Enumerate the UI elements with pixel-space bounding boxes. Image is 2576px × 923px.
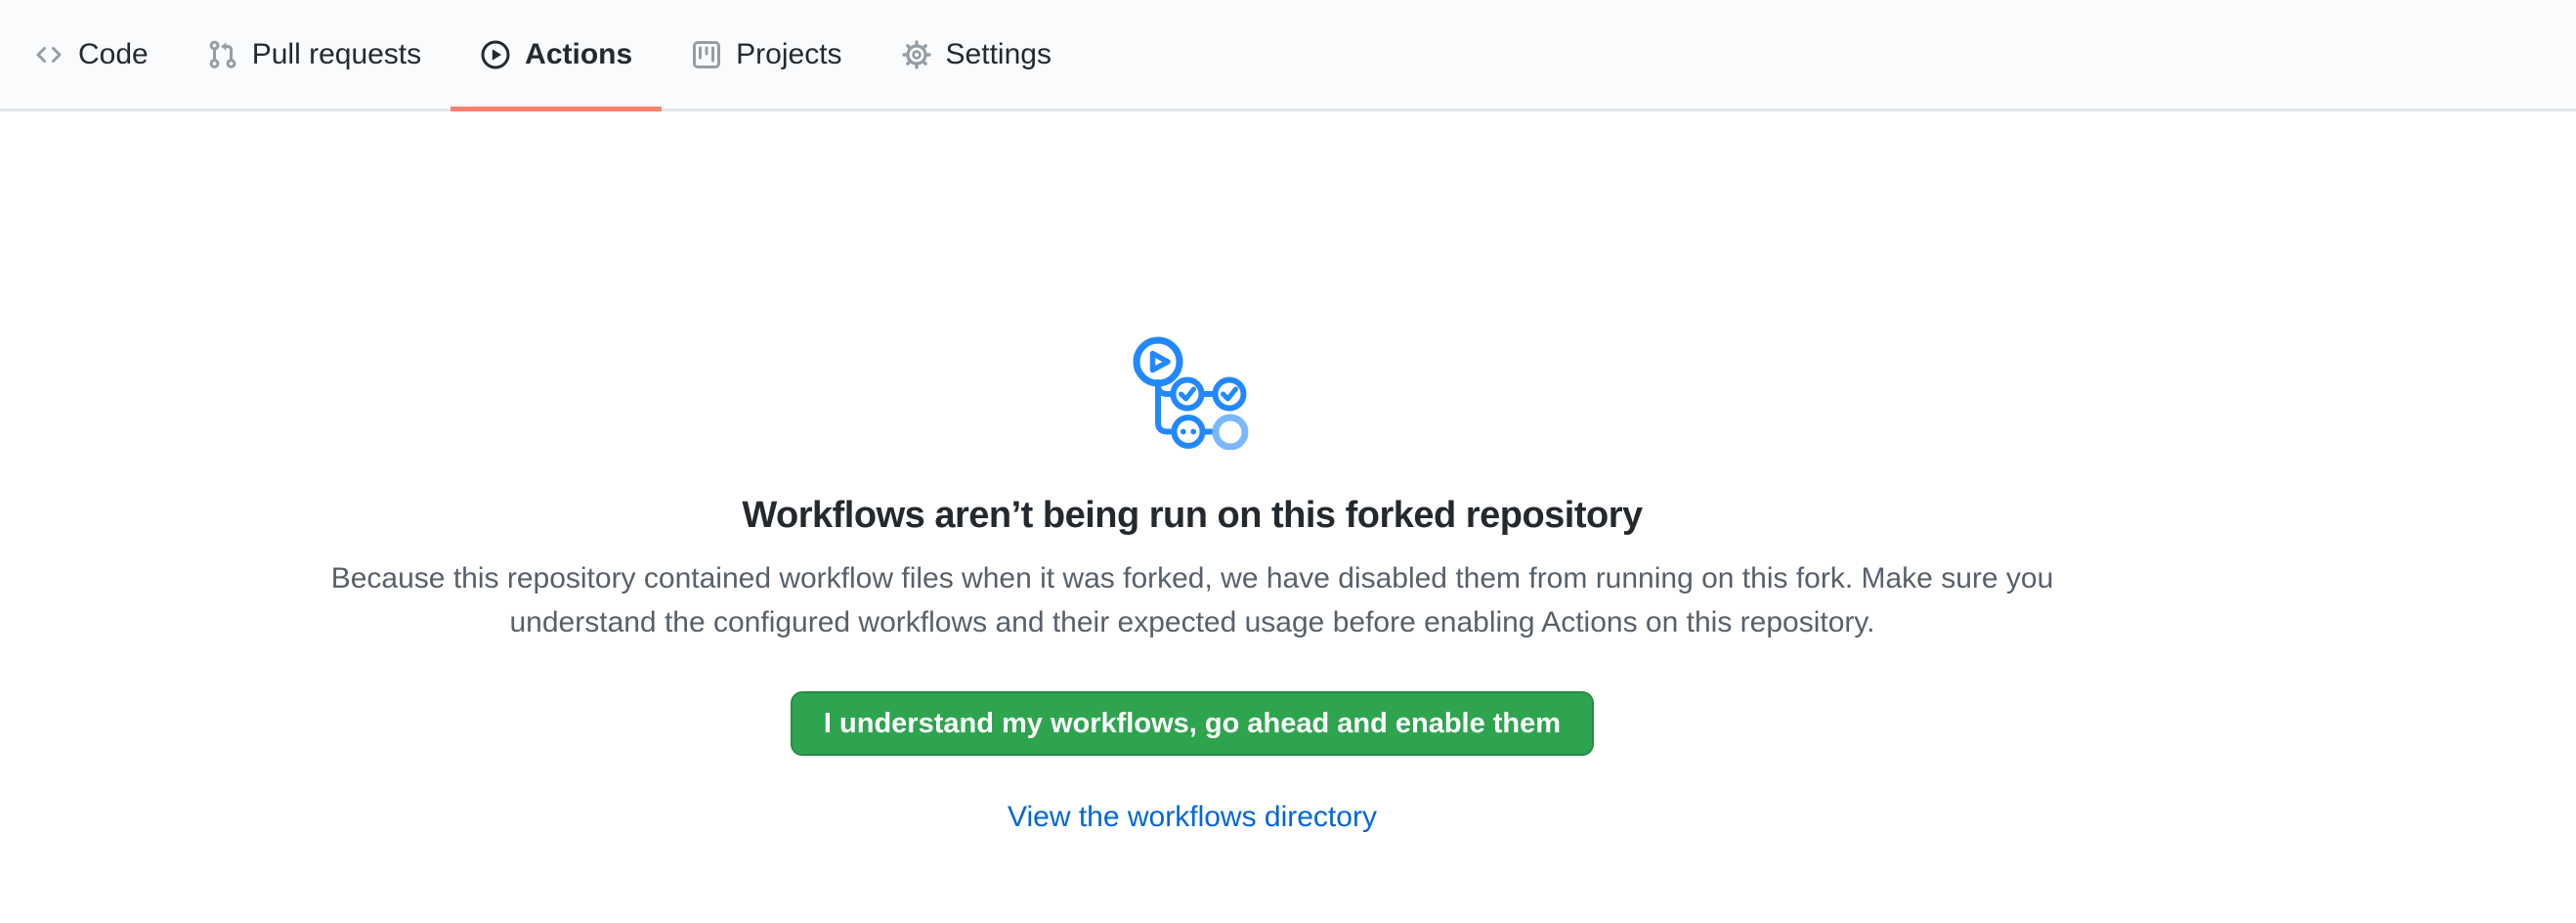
page-title: Workflows aren’t being run on this forke… [742,495,1642,537]
tab-label: Actions [525,38,632,71]
workflow-graph-icon [1133,330,1252,450]
repo-tab-nav: Code Pull requests Actions [0,0,2576,111]
gear-icon [901,39,932,70]
view-workflows-directory-link[interactable]: View the workflows directory [1008,801,1377,834]
tab-label: Code [78,38,149,71]
tab-actions[interactable]: Actions [451,0,662,109]
project-icon [691,39,722,70]
play-icon [480,39,511,70]
tab-label: Pull requests [252,38,421,71]
git-pull-request-icon [207,39,238,70]
tab-pull-requests[interactable]: Pull requests [178,0,451,109]
tab-settings[interactable]: Settings [872,0,1081,109]
tab-label: Projects [736,38,841,71]
tab-projects[interactable]: Projects [662,0,871,109]
code-icon [33,39,64,70]
tab-label: Settings [946,38,1052,71]
blankslate-description: Because this repository contained workfl… [322,556,2062,644]
enable-workflows-button[interactable]: I understand my workflows, go ahead and … [791,691,1594,756]
actions-disabled-blankslate: Workflows aren’t being run on this forke… [0,111,2384,834]
tab-code[interactable]: Code [4,0,178,109]
